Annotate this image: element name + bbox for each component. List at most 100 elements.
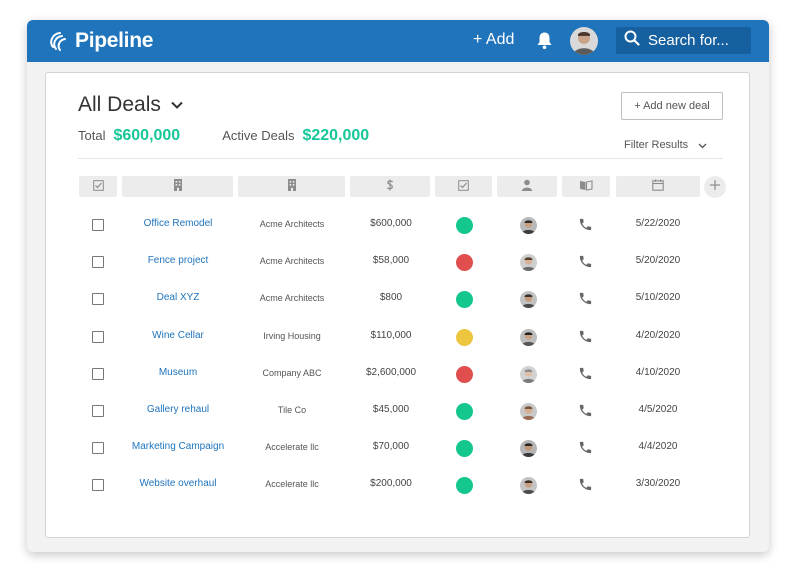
- app-name: Pipeline: [75, 29, 154, 52]
- deal-amount: $800: [379, 292, 403, 304]
- app-window: Pipeline + Add Search for... All Deals +…: [27, 20, 769, 552]
- deal-name-link[interactable]: Museum: [123, 367, 233, 378]
- status-indicator: [456, 254, 473, 272]
- page-title: All Deals: [78, 93, 161, 116]
- owner-avatar[interactable]: [520, 254, 537, 272]
- status-indicator: [456, 328, 473, 346]
- add-button[interactable]: + Add: [473, 31, 514, 49]
- phone-icon[interactable]: [578, 403, 593, 423]
- column-header-company[interactable]: [238, 176, 345, 197]
- company-name: Accelerate llc: [265, 479, 319, 490]
- user-avatar[interactable]: [570, 27, 598, 55]
- person-icon: [521, 178, 533, 196]
- deal-date: 5/22/2020: [635, 218, 681, 229]
- status-indicator: [456, 217, 473, 234]
- deal-date: 4/5/2020: [638, 404, 678, 415]
- row-checkbox[interactable]: [92, 219, 104, 231]
- phone-icon[interactable]: [578, 366, 593, 386]
- table-row[interactable]: Wine Cellar Irving Housing $110,000 4/20…: [46, 319, 751, 356]
- column-header-contact[interactable]: [562, 176, 610, 197]
- deal-name-link[interactable]: Website overhaul: [123, 478, 233, 489]
- table-row[interactable]: Deal XYZ Acme Architects $800 5/10/2020: [46, 281, 751, 318]
- column-header-date[interactable]: [616, 176, 700, 197]
- owner-avatar[interactable]: [520, 365, 537, 383]
- column-header-deal[interactable]: [122, 176, 233, 197]
- company-name: Acme Architects: [259, 219, 325, 229]
- deals-view-selector[interactable]: All Deals: [78, 93, 183, 117]
- company-name: Acme Architects: [259, 256, 325, 267]
- company-name: Tile Co: [277, 405, 307, 415]
- deal-amount: $45,000: [372, 404, 410, 415]
- add-new-deal-button[interactable]: + Add new deal: [621, 92, 723, 120]
- column-header-owner[interactable]: [497, 176, 557, 197]
- calendar-icon: [652, 178, 664, 196]
- checkbox-icon: [92, 178, 104, 196]
- total-label: Total: [78, 128, 106, 143]
- deal-amount: $70,000: [372, 441, 410, 453]
- deal-amount: $200,000: [370, 478, 412, 490]
- owner-avatar[interactable]: [520, 291, 537, 309]
- company-name: Irving Housing: [263, 330, 321, 341]
- column-header-status[interactable]: [435, 176, 492, 197]
- status-indicator: [456, 365, 473, 383]
- filter-results-dropdown[interactable]: Filter Results: [624, 136, 707, 154]
- deal-amount: $600,000: [370, 218, 412, 229]
- app-logo[interactable]: Pipeline: [49, 29, 153, 53]
- phone-icon[interactable]: [578, 217, 593, 237]
- owner-avatar[interactable]: [520, 440, 537, 458]
- deal-name-link[interactable]: Fence project: [123, 255, 233, 266]
- deal-name-link[interactable]: Marketing Campaign: [123, 441, 233, 452]
- deal-name-link[interactable]: Gallery rehaul: [123, 404, 233, 415]
- top-bar: Pipeline + Add Search for...: [27, 20, 769, 62]
- deal-date: 4/20/2020: [635, 329, 681, 341]
- active-deals-value: $220,000: [302, 127, 370, 144]
- table-row[interactable]: Website overhaul Accelerate llc $200,000…: [46, 467, 751, 504]
- status-indicator: [456, 403, 473, 420]
- table-row[interactable]: Fence project Acme Architects $58,000 5/…: [46, 244, 751, 281]
- deal-name-link[interactable]: Office Remodel: [123, 218, 233, 229]
- owner-avatar[interactable]: [520, 477, 537, 495]
- row-checkbox[interactable]: [92, 479, 104, 492]
- divider: [78, 158, 723, 159]
- deal-name-link[interactable]: Deal XYZ: [123, 292, 233, 303]
- deal-date: 5/20/2020: [635, 255, 681, 267]
- deals-panel: All Deals + Add new deal Total $600,000 …: [45, 72, 750, 538]
- bell-icon[interactable]: [536, 31, 553, 55]
- phone-icon[interactable]: [578, 440, 593, 460]
- row-checkbox[interactable]: [92, 442, 104, 455]
- deal-date: 4/10/2020: [635, 366, 681, 378]
- row-checkbox[interactable]: [92, 293, 104, 306]
- total-value: $600,000: [113, 127, 181, 144]
- owner-avatar[interactable]: [520, 328, 537, 346]
- table-row[interactable]: Marketing Campaign Accelerate llc $70,00…: [46, 430, 751, 467]
- filter-results-label: Filter Results: [624, 139, 689, 151]
- column-header-select[interactable]: [79, 176, 117, 197]
- row-checkbox[interactable]: [92, 256, 104, 269]
- row-checkbox[interactable]: [92, 330, 104, 343]
- phone-icon[interactable]: [578, 291, 593, 311]
- table-row[interactable]: Office Remodel Acme Architects $600,000 …: [46, 207, 751, 244]
- totals-summary: Total $600,000 Active Deals $220,000: [78, 127, 369, 145]
- chevron-down-icon: [171, 96, 183, 114]
- add-column-button[interactable]: [704, 176, 726, 198]
- search-input[interactable]: Search for...: [616, 27, 751, 54]
- book-icon: [579, 178, 593, 196]
- deal-date: 3/30/2020: [635, 478, 681, 490]
- owner-avatar[interactable]: [520, 403, 537, 420]
- column-header-amount[interactable]: [350, 176, 430, 197]
- deal-date: 4/4/2020: [638, 441, 678, 453]
- row-checkbox[interactable]: [92, 367, 104, 380]
- deal-name-link[interactable]: Wine Cellar: [123, 330, 233, 341]
- owner-avatar[interactable]: [520, 217, 537, 234]
- phone-icon[interactable]: [578, 477, 593, 497]
- phone-icon[interactable]: [578, 254, 593, 274]
- row-checkbox[interactable]: [92, 405, 104, 417]
- building-icon: [287, 178, 297, 196]
- table-row[interactable]: Museum Company ABC $2,600,000 4/10/2020: [46, 356, 751, 393]
- table-row[interactable]: Gallery rehaul Tile Co $45,000 4/5/2020: [46, 393, 751, 430]
- plus-icon: [709, 178, 721, 196]
- status-indicator: [456, 477, 473, 495]
- phone-icon[interactable]: [578, 329, 593, 349]
- chevron-down-icon: [688, 136, 707, 154]
- pipeline-logo-icon: [49, 30, 69, 52]
